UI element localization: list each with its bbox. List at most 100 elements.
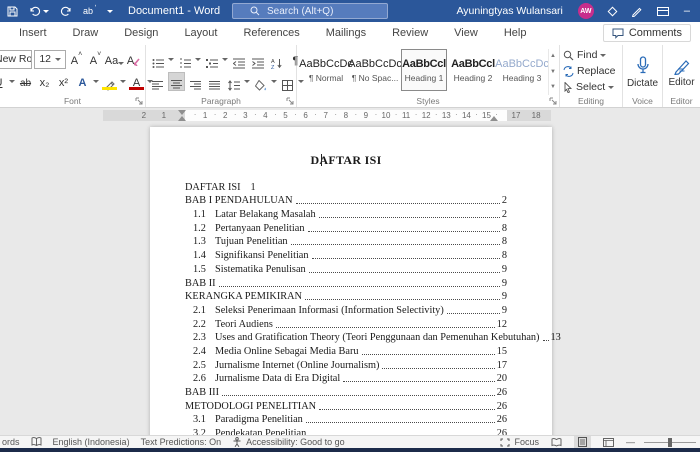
- highlight-dropdown-icon[interactable]: [120, 79, 126, 83]
- editor-button[interactable]: Editor: [666, 48, 697, 96]
- toc-row[interactable]: 3.2 Pendekatan Penelitian 26: [185, 425, 507, 435]
- read-mode-view-icon[interactable]: [548, 436, 565, 448]
- coming-soon-icon[interactable]: [607, 6, 618, 16]
- line-spacing-dropdown-icon[interactable]: [244, 79, 250, 83]
- toc-row[interactable]: 2.4 Media Online Sebagai Media Baru 15: [185, 343, 507, 357]
- align-left-button[interactable]: [149, 72, 166, 91]
- page[interactable]: DAFTAR ISI DAFTAR ISI 1 BAB I PENDAHULUAN 2…: [150, 127, 561, 435]
- numbering-button[interactable]: [176, 50, 193, 69]
- multilevel-dropdown-icon[interactable]: [222, 57, 228, 61]
- tab-help[interactable]: Help: [491, 22, 540, 45]
- find-button[interactable]: Find: [563, 47, 619, 63]
- shrink-font-button[interactable]: A ˅: [87, 50, 104, 69]
- grow-font-button[interactable]: A ˄: [68, 50, 85, 69]
- accessibility-status[interactable]: Accessibility: Good to go: [232, 437, 345, 447]
- toc-row[interactable]: KERANGKA PEMIKIRAN 9: [185, 289, 507, 302]
- zoom-slider[interactable]: [644, 437, 696, 447]
- underline-dropdown-icon[interactable]: [9, 79, 15, 83]
- tab-design[interactable]: Design: [111, 22, 171, 45]
- styles-dialog-launcher-icon[interactable]: [549, 97, 557, 105]
- focus-button[interactable]: Focus: [500, 437, 539, 447]
- toc-row[interactable]: 2.3 Uses and Gratification Theory (Teori …: [185, 330, 561, 343]
- strikethrough-button[interactable]: ab: [17, 72, 34, 91]
- align-right-button[interactable]: [187, 72, 204, 91]
- search-input[interactable]: Search (Alt+Q): [232, 3, 388, 19]
- font-size-combo[interactable]: 12: [34, 49, 66, 69]
- toc-row[interactable]: BAB II 9: [185, 275, 507, 289]
- tab-view[interactable]: View: [441, 22, 491, 45]
- toc-row[interactable]: DAFTAR ISI 1: [185, 179, 507, 193]
- style-heading-3[interactable]: AaBbCcDc Heading 3: [495, 49, 549, 91]
- text-effects-dropdown-icon[interactable]: [93, 79, 99, 83]
- tab-references[interactable]: References: [230, 22, 312, 45]
- hanging-indent-marker[interactable]: [178, 116, 186, 121]
- text-effects-button[interactable]: A: [74, 72, 91, 91]
- word-count[interactable]: ords: [2, 437, 20, 447]
- styles-scrollbar[interactable]: ▲ ▼ ▼: [548, 49, 557, 95]
- increase-indent-button[interactable]: [249, 50, 266, 69]
- text-predictions-status[interactable]: Text Predictions: On: [141, 437, 222, 447]
- superscript-button[interactable]: x²: [55, 72, 72, 91]
- zoom-out-icon[interactable]: —: [626, 437, 635, 447]
- comments-button[interactable]: Comments: [602, 24, 691, 42]
- bullets-dropdown-icon[interactable]: [168, 57, 174, 61]
- tab-review[interactable]: Review: [379, 22, 441, 45]
- toc-row[interactable]: BAB I PENDAHULUAN 2: [185, 193, 507, 206]
- web-layout-view-icon[interactable]: [600, 436, 617, 448]
- clear-formatting-button[interactable]: A: [125, 50, 142, 69]
- zoom-slider-handle[interactable]: [668, 437, 672, 447]
- justify-button[interactable]: [206, 72, 223, 91]
- redo-button[interactable]: [60, 0, 72, 22]
- toc-row[interactable]: 1.4 Signifikansi Penelitian 8: [185, 247, 507, 261]
- first-line-indent-marker[interactable]: [178, 110, 186, 115]
- customize-qat-icon[interactable]: [107, 9, 114, 13]
- numbering-dropdown-icon[interactable]: [195, 57, 201, 61]
- toc-row[interactable]: 2.1 Seleksi Penerimaan Informasi (Informa…: [185, 302, 507, 316]
- font-name-combo[interactable]: New Roma: [0, 49, 33, 69]
- toc-row[interactable]: METODOLOGI PENELITIAN 26: [185, 398, 507, 412]
- ribbon-display-options-icon[interactable]: [656, 6, 669, 16]
- minimize-icon[interactable]: –: [684, 0, 690, 22]
- dictate-button[interactable]: Dictate: [626, 48, 659, 96]
- subscript-button[interactable]: x₂: [36, 72, 53, 91]
- font-dialog-launcher-icon[interactable]: [135, 97, 143, 105]
- horizontal-ruler[interactable]: 2 1 1 · 2 · 3 · 4 · 5 · 6 · 7 · 8 · 9 · 10 · 11 · 12 · 13 · 14 · 15 · · 1…: [0, 108, 700, 122]
- styles-scroll-up-icon[interactable]: ▲: [550, 51, 556, 62]
- decrease-indent-button[interactable]: [230, 50, 247, 69]
- align-center-button[interactable]: [168, 71, 185, 91]
- toc-row[interactable]: 2.6 Jurnalisme Data di Era Digital 20: [185, 371, 507, 384]
- avatar[interactable]: AW: [577, 3, 594, 19]
- language-status[interactable]: English (Indonesia): [53, 437, 130, 447]
- save-icon[interactable]: [7, 0, 18, 22]
- spelling-check-icon[interactable]: ab ʹ: [83, 0, 96, 22]
- undo-button[interactable]: [29, 0, 49, 22]
- toc-row[interactable]: 1.5 Sistematika Penulisan 9: [185, 261, 507, 275]
- styles-scroll-down-icon[interactable]: ▼: [550, 67, 556, 78]
- font-color-button[interactable]: A: [128, 72, 145, 91]
- sort-button[interactable]: AZ: [268, 50, 285, 69]
- proofing-icon[interactable]: [31, 437, 42, 447]
- style--no-spac-[interactable]: AaBbCcDc ¶ No Spac...: [348, 49, 402, 91]
- undo-dropdown-icon[interactable]: [43, 9, 49, 13]
- toc-row[interactable]: 1.3 Tujuan Penelitian 8: [185, 234, 507, 247]
- style-heading-2[interactable]: AaBbCcl Heading 2: [450, 49, 496, 91]
- underline-button[interactable]: U: [0, 72, 7, 91]
- tab-draw[interactable]: Draw: [60, 22, 112, 45]
- print-layout-view-icon[interactable]: [574, 436, 591, 448]
- shading-button[interactable]: [252, 72, 269, 91]
- multilevel-list-button[interactable]: [203, 50, 220, 69]
- toc-row[interactable]: BAB III 26: [185, 384, 507, 398]
- tab-layout[interactable]: Layout: [171, 22, 230, 45]
- bullets-button[interactable]: [149, 50, 166, 69]
- highlight-button[interactable]: [101, 72, 118, 91]
- shading-dropdown-icon[interactable]: [271, 79, 277, 83]
- tab-mailings[interactable]: Mailings: [313, 22, 379, 45]
- select-button[interactable]: Select: [563, 79, 619, 95]
- borders-button[interactable]: [279, 72, 296, 91]
- toc-row[interactable]: 2.5 Jurnalisme Internet (Online Journalis…: [185, 357, 507, 371]
- toc-row[interactable]: 1.2 Pertanyaan Penelitian 8: [185, 220, 507, 234]
- line-spacing-button[interactable]: [225, 72, 242, 91]
- tab-insert[interactable]: Insert: [6, 22, 60, 45]
- change-case-button[interactable]: Aa: [105, 50, 125, 69]
- toc-row[interactable]: 2.2 Teori Audiens 12: [185, 316, 507, 330]
